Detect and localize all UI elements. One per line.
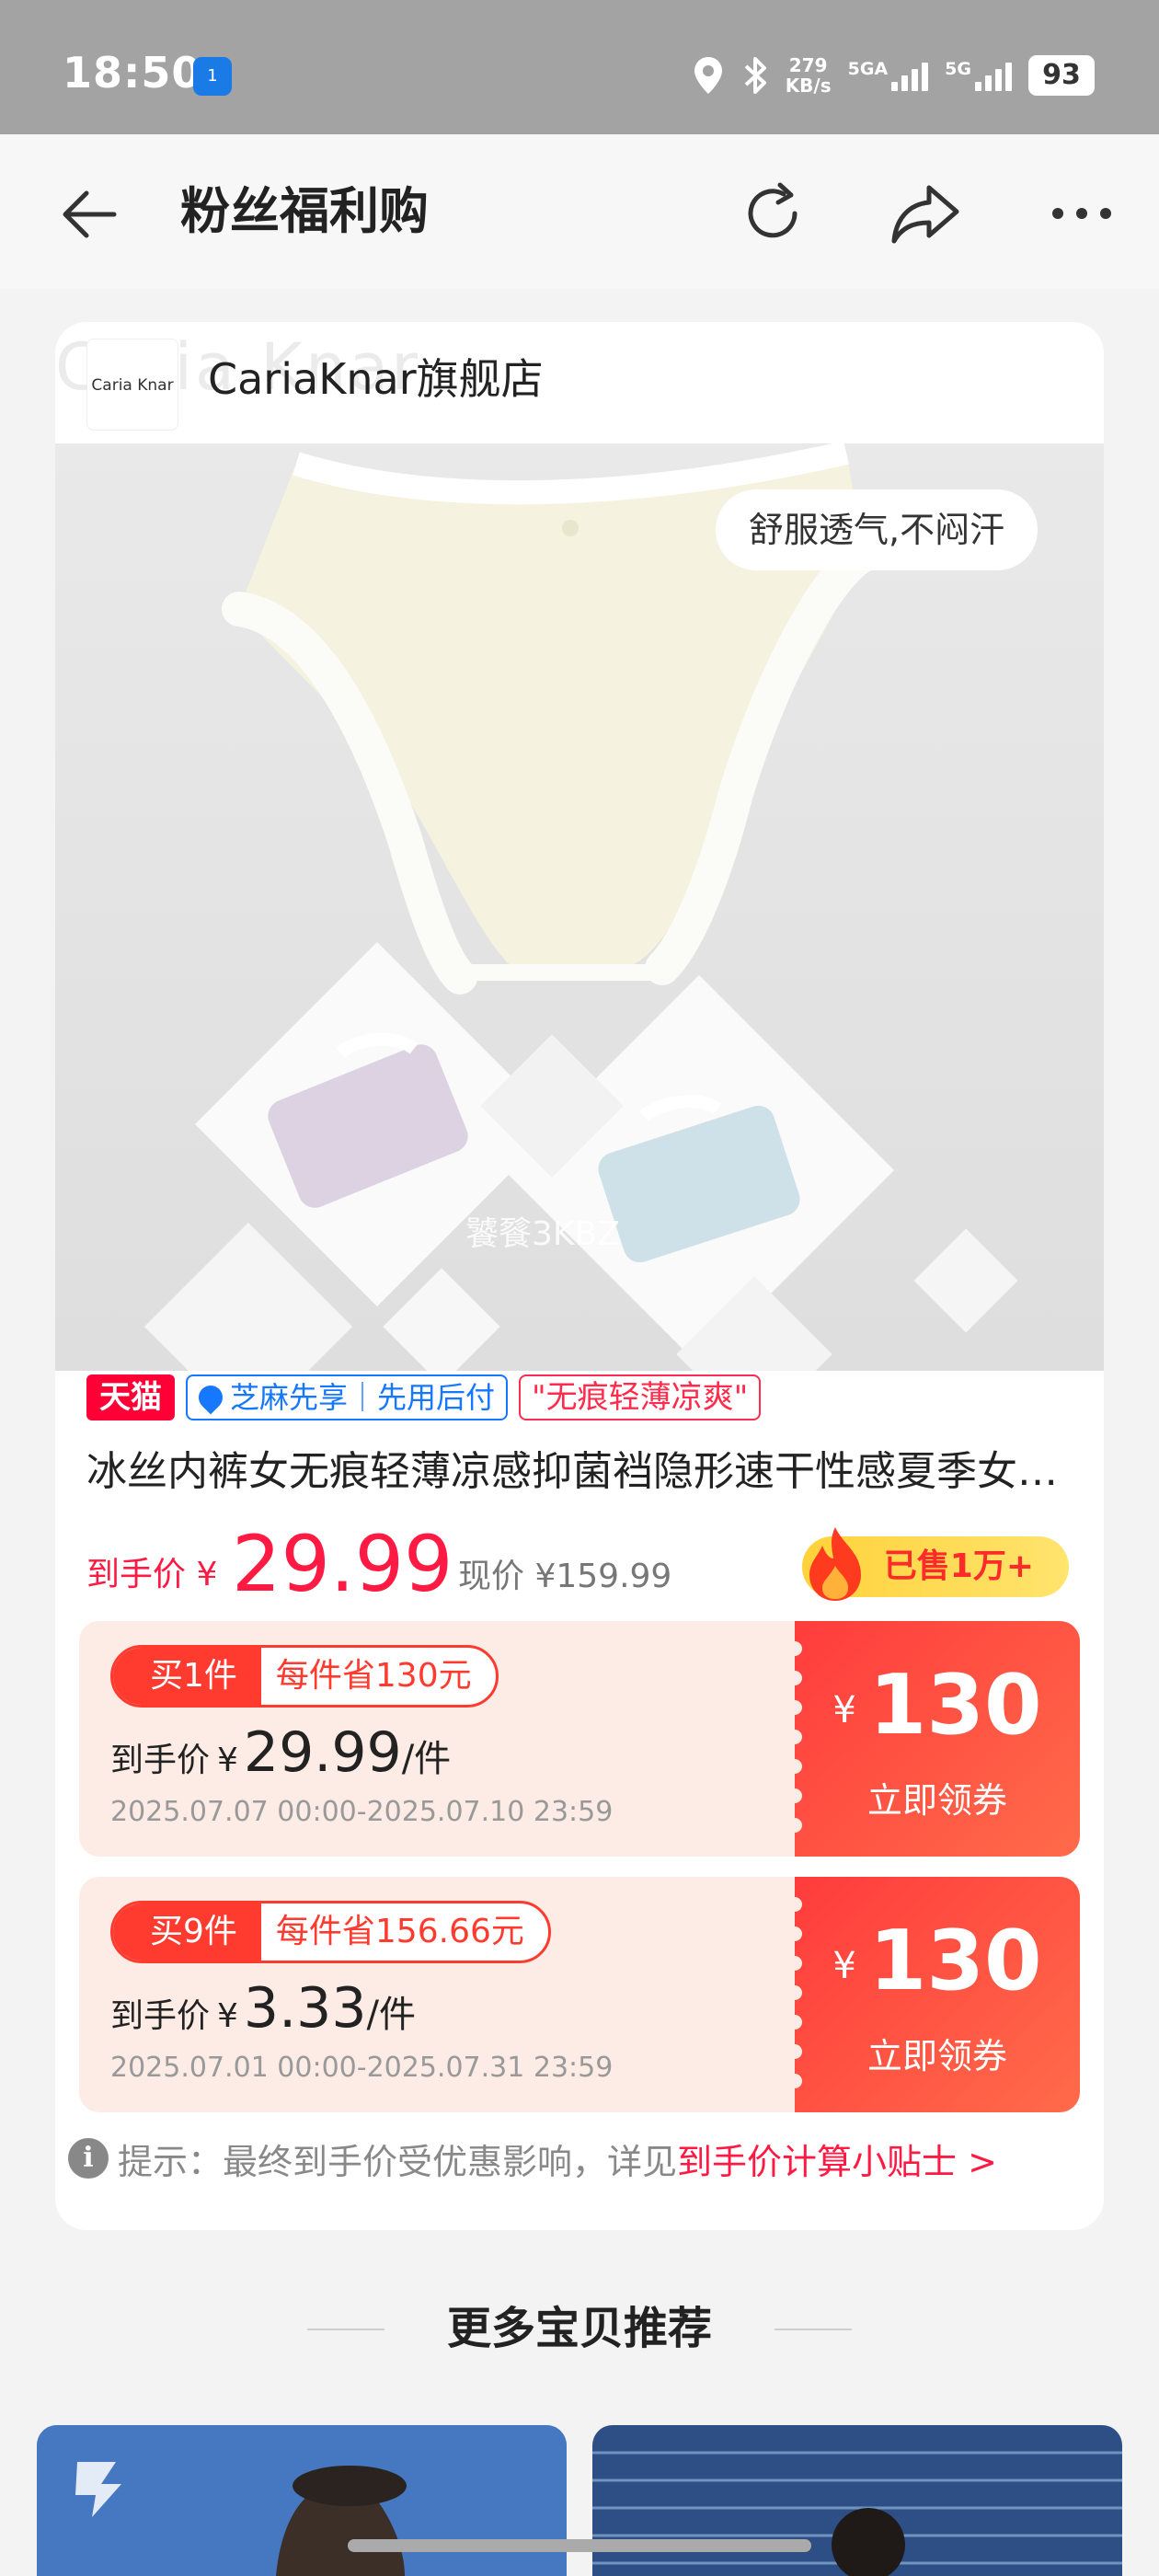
product-image[interactable]: 舒服透气,不闷汗 饕餮3KBZ [55,443,1104,1371]
back-arrow-icon[interactable] [57,182,121,247]
bluetooth-icon [744,57,766,94]
product-card: Caria Knar Caria Knar CariaKnar旗舰店 舒服透气,… [55,322,1104,2230]
final-price-label: 到手价 ¥ [86,1556,218,1593]
zhima-badge: 芝麻先享｜先用后付 [186,1374,509,1420]
product-title: 冰丝内裤女无痕轻薄凉感抑菌裆隐形速干性感夏季女士内裤 [86,1448,1089,1495]
tip-text: 提示：最终到手价受优惠影响，详见 [118,2141,678,2182]
recommend-thumbnail [592,2425,1122,2576]
coupon-final-price: 到手价 ¥29.99/件 [110,1720,452,1785]
coupon-amount: ¥130 [832,1657,1042,1754]
recommend-thumbnail [37,2425,567,2576]
coupon-validity: 2025.07.01 00:00-2025.07.31 23:59 [110,2052,614,2084]
battery-icon: 93 [1028,55,1095,96]
coupon-saving: 每件省130元 [275,1657,472,1695]
promo-tag: "无痕轻薄凉爽" [519,1374,762,1420]
status-time: 18:50 [63,48,202,98]
location-icon [694,57,722,94]
store-logo[interactable]: Caria Knar [86,339,178,431]
hotspot-icon: 1 [193,57,232,96]
price-tip: i 提示：最终到手价受优惠影响，详见 到手价计算小贴士 > [68,2131,997,2186]
net-speed: 279 KB/s [785,54,832,97]
product-tags: 天猫 芝麻先享｜先用后付 "无痕轻薄凉爽" [86,1373,762,1422]
image-watermark: 饕餮3KBZ [465,1215,620,1253]
nav-bar: 粉丝福利购 [0,134,1159,289]
signal-icon: 5GA [848,60,929,91]
coupon-card: 买9件 每件省156.66元 到手价 ¥3.33/件 2025.07.01 00:… [79,1877,1080,2112]
recommend-header: 更多宝贝推荐 [0,2296,1159,2361]
claim-coupon-button[interactable]: ¥130 立即领券 [787,1877,1080,2112]
divider [307,2329,384,2330]
refresh-icon[interactable] [736,177,809,250]
feature-tag: 舒服透气,不闷汗 [716,489,1039,570]
coupon-qty: 买1件 [113,1648,261,1705]
tmall-badge: 天猫 [86,1374,175,1420]
sold-badge: 已售1万+ [802,1527,1069,1601]
zhima-drop-icon [193,1380,228,1415]
share-icon[interactable] [889,177,962,250]
status-icons: 279 KB/s 5GA 5G 93 [692,50,1095,101]
claim-coupon-button[interactable]: ¥130 立即领券 [787,1621,1080,1857]
store-header[interactable]: Caria Knar Caria Knar CariaKnar旗舰店 [55,322,1104,443]
coupon-amount: ¥130 [832,1913,1042,2009]
current-price: 现价 ¥159.99 [458,1558,672,1595]
signal-icon: 5G [945,60,1012,91]
price-row: 到手价 ¥ 29.99 现价 ¥159.99 已售1万+ [86,1518,1089,1610]
coupon-badge: 买9件 每件省156.66元 [110,1901,551,1963]
recommend-item[interactable] [37,2425,567,2576]
coupon-badge: 买1件 每件省130元 [110,1645,499,1708]
coupon-final-price: 到手价 ¥3.33/件 [110,1976,416,2041]
info-icon: i [68,2138,109,2179]
page-title: 粉丝福利购 [180,182,429,240]
more-icon[interactable] [1045,177,1119,250]
recommend-item[interactable] [592,2425,1122,2576]
coupon-qty: 买9件 [113,1903,261,1961]
home-indicator[interactable] [348,2539,811,2552]
coupon-saving: 每件省156.66元 [275,1913,524,1950]
claim-coupon-label: 立即领券 [866,2036,1007,2076]
recommend-title: 更多宝贝推荐 [446,2303,712,2354]
divider [775,2329,852,2330]
coupon-card: 买1件 每件省130元 到手价 ¥29.99/件 2025.07.07 00:00… [79,1621,1080,1857]
final-price: 29.99 [232,1519,453,1609]
flame-icon [809,1527,861,1601]
price-tips-link[interactable]: 到手价计算小贴士 > [677,2133,997,2184]
status-bar: 18:50 1 279 KB/s 5GA 5G 93 [0,0,1159,134]
store-name[interactable]: CariaKnar旗舰店 [208,351,544,407]
coupon-validity: 2025.07.07 00:00-2025.07.10 23:59 [110,1796,614,1828]
claim-coupon-label: 立即领券 [866,1780,1007,1821]
